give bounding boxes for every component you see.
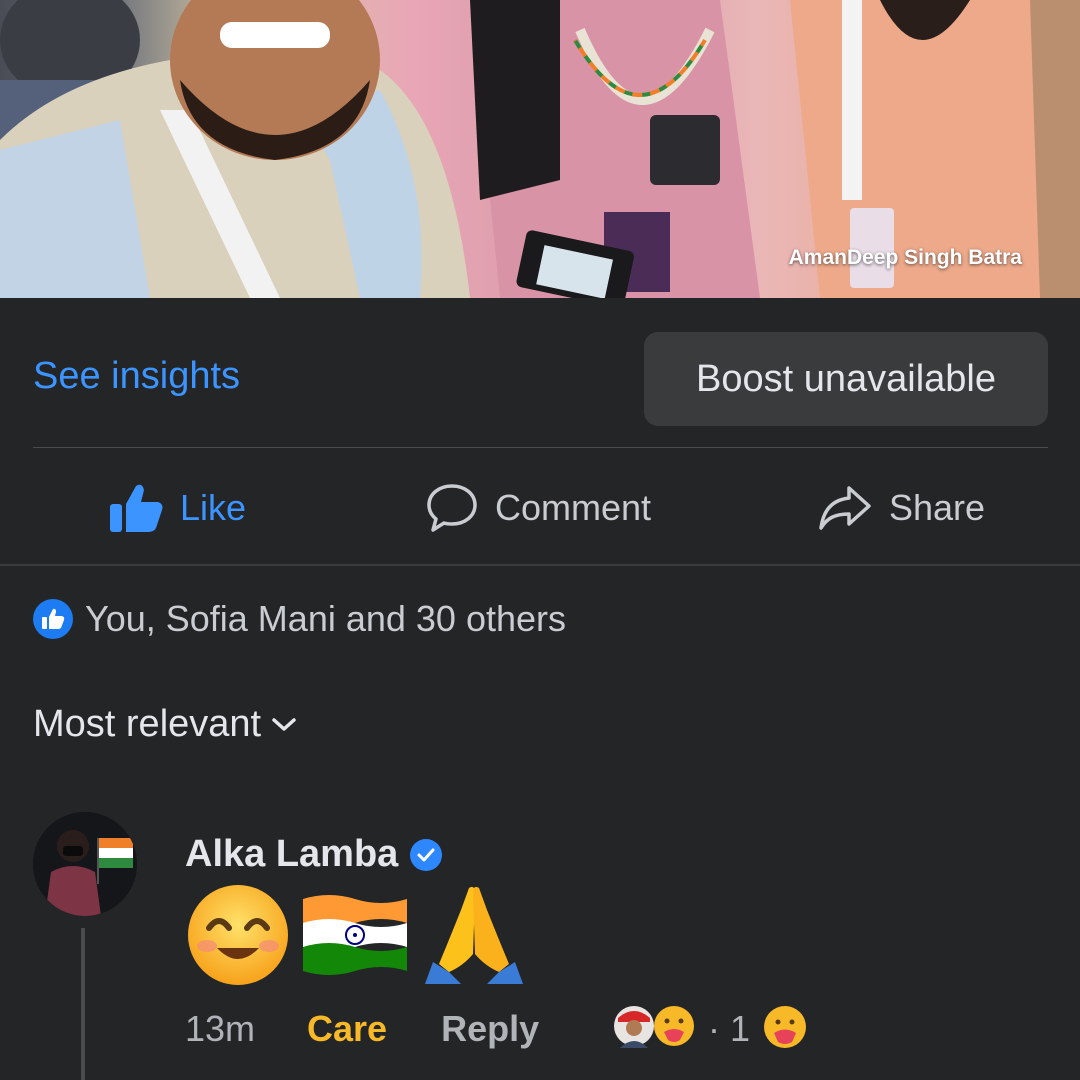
divider	[0, 564, 1080, 566]
like-reaction-icon	[33, 599, 73, 639]
reactions-summary-text: You, Sofia Mani and 30 others	[85, 598, 567, 639]
post-photo[interactable]: AmanDeep Singh Batra	[0, 0, 1080, 298]
comment-label: Comment	[495, 487, 652, 528]
share-button[interactable]: Share	[817, 478, 985, 538]
reactions-summary[interactable]: You, Sofia Mani and 30 others	[33, 598, 566, 640]
boost-unavailable-button[interactable]: Boost unavailable	[644, 332, 1048, 426]
smiling-face-icon	[188, 885, 288, 985]
care-reaction-icon[interactable]	[762, 1004, 808, 1055]
comment-author[interactable]: Alka Lamba	[185, 833, 443, 876]
like-label: Like	[180, 487, 247, 528]
reaction-count-value: 1	[730, 1008, 751, 1049]
comment-time: 13m	[185, 1008, 256, 1049]
share-label: Share	[889, 487, 986, 528]
share-icon	[819, 486, 871, 530]
verified-badge-icon	[410, 838, 443, 871]
chevron-down-icon	[272, 717, 296, 731]
reply-button[interactable]: Reply	[441, 1008, 539, 1050]
comment-icon	[427, 484, 477, 532]
comment-reaction-count: · 1	[708, 1008, 750, 1050]
reaction-separator: ·	[708, 1008, 720, 1049]
comment-meta: 13m Care Reply	[185, 1008, 539, 1050]
sort-label: Most relevant	[33, 703, 262, 745]
care-reaction-icon	[654, 1006, 694, 1046]
comment-body	[185, 880, 529, 990]
folded-hands-icon	[425, 886, 523, 984]
divider	[33, 447, 1048, 448]
india-flag-icon	[303, 895, 407, 975]
see-insights-link[interactable]: See insights	[33, 355, 240, 398]
photo-watermark: AmanDeep Singh Batra	[788, 246, 1022, 269]
avatar[interactable]	[33, 812, 137, 916]
comment-reactors[interactable]	[612, 1004, 696, 1048]
comment-button[interactable]: Comment	[425, 478, 651, 538]
care-reaction-button[interactable]: Care	[307, 1008, 387, 1050]
thread-line	[81, 928, 85, 1080]
comments-sort-dropdown[interactable]: Most relevant	[33, 703, 297, 746]
author-name: Alka Lamba	[185, 833, 399, 875]
like-button[interactable]: Like	[108, 478, 246, 538]
like-icon	[110, 484, 163, 532]
